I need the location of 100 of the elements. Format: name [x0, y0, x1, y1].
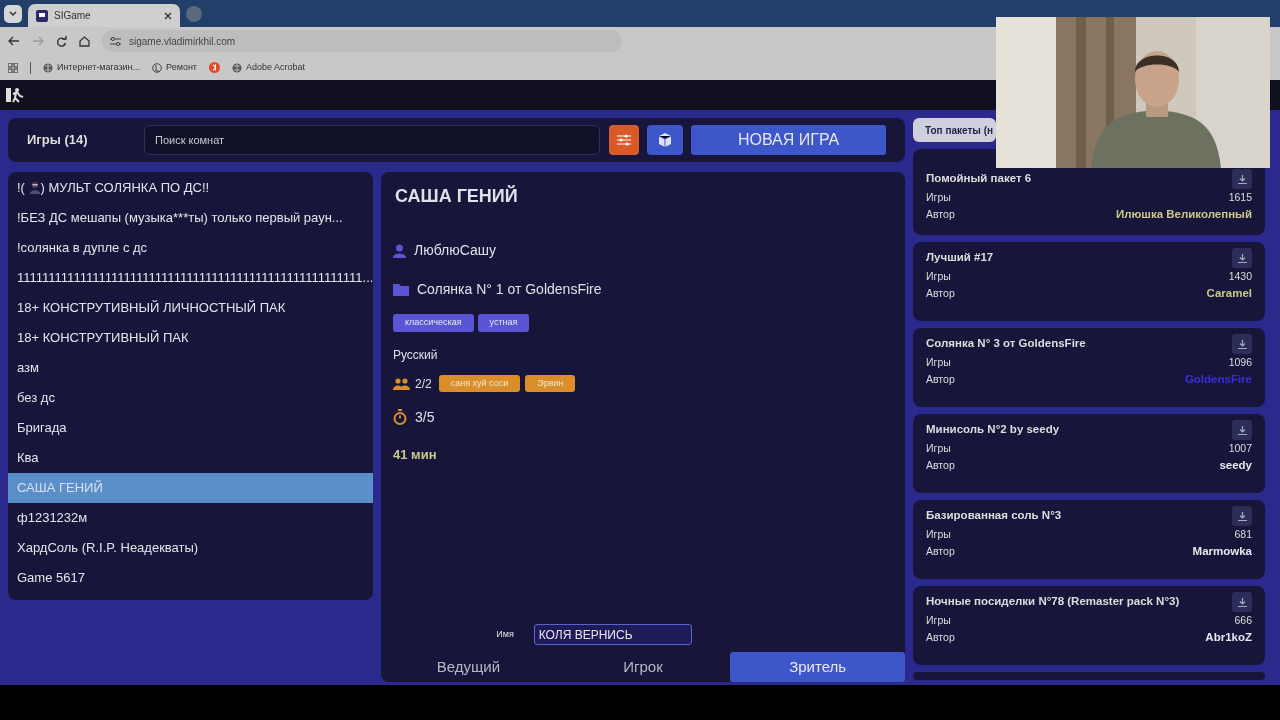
top-packages-tab[interactable]: Топ пакеты (н: [913, 118, 996, 142]
download-button[interactable]: [1232, 420, 1252, 440]
author-name: Caramel: [1206, 286, 1252, 301]
user-icon: [393, 243, 406, 258]
site-icon: [36, 9, 48, 22]
bookmark[interactable]: Интернет-магазин...: [43, 60, 141, 75]
language-label: Русский: [393, 346, 439, 364]
address-bar[interactable]: sigame.vladimirkhil.com: [102, 30, 622, 52]
games-label: Игры: [926, 613, 951, 628]
download-button[interactable]: [1232, 592, 1252, 612]
package-title: Солянка N° 3 от GoldensFire: [926, 336, 1086, 352]
name-field[interactable]: КОЛЯ ВЕРНИСЬ: [533, 624, 692, 645]
stopwatch-icon: [393, 409, 407, 425]
home-icon[interactable]: [79, 35, 90, 47]
back-icon[interactable]: [8, 36, 20, 46]
room-title: САША ГЕНИЙ: [395, 184, 519, 208]
close-icon[interactable]: [164, 11, 172, 20]
room-list-item[interactable]: без дс: [8, 383, 373, 413]
room-list-item[interactable]: ХардСоль (R.I.P. Неадекваты): [8, 533, 373, 563]
dice-icon: [657, 132, 674, 148]
player-tag: Эрвин: [525, 374, 576, 393]
room-list-item[interactable]: Game 5617: [8, 563, 373, 593]
download-button[interactable]: [1232, 334, 1252, 354]
random-button[interactable]: [647, 125, 684, 155]
author-label: Автор: [926, 544, 955, 559]
package-title: Помойный пакет 6: [926, 171, 1032, 187]
games-count: 1096: [1228, 355, 1252, 370]
room-list-item[interactable]: ф1231232м: [8, 503, 373, 533]
chevron-icon: [9, 10, 17, 17]
author-name: seedy: [1219, 458, 1252, 473]
round-counter: 3/5: [415, 407, 435, 427]
author-label: Автор: [926, 458, 955, 473]
new-game-button[interactable]: НОВАЯ ИГРА: [691, 125, 886, 155]
role-tab[interactable]: Зритель: [730, 652, 905, 682]
download-button[interactable]: [1232, 169, 1252, 189]
circle-logo-icon: [152, 62, 163, 73]
download-icon: [1237, 425, 1247, 435]
globe-icon: [232, 62, 242, 73]
room-list-item[interactable]: !солянка в дупле с дс: [8, 233, 373, 263]
role-tab[interactable]: Игрок: [555, 652, 731, 682]
package-title: Ночные посиделки N°78 (Remaster pack N°3): [926, 594, 1180, 610]
games-label: Игры: [926, 269, 951, 284]
tag: классическая: [393, 314, 474, 332]
filter-button[interactable]: [608, 125, 640, 155]
author-label: Автор: [926, 207, 955, 222]
games-count-title: Игры (14): [27, 131, 89, 150]
package-name: Солянка N° 1 от GoldensFire: [417, 280, 602, 299]
author-name: Илюшка Великолепный: [1115, 207, 1252, 222]
package-title: Лучший #17: [926, 250, 994, 266]
apps-icon[interactable]: [8, 62, 18, 73]
games-count: 1615: [1228, 190, 1252, 205]
room-list-item[interactable]: Бригада: [8, 413, 373, 443]
download-icon: [1237, 339, 1247, 349]
games-label: Игры: [926, 527, 951, 542]
games-label: Игры: [926, 190, 951, 205]
author-label: Автор: [926, 630, 955, 645]
author-name: Marmowka: [1192, 544, 1252, 559]
games-count: 681: [1234, 527, 1252, 542]
globe-icon: [43, 62, 53, 73]
tag: устная: [477, 314, 530, 332]
room-list-item[interactable]: Ква: [8, 443, 373, 473]
author-name: Abr1koZ: [1205, 630, 1252, 645]
player-tag: саня хуй соси: [438, 374, 521, 393]
bookmark[interactable]: Ремонт: [152, 60, 197, 75]
download-icon: [1237, 511, 1247, 521]
folder-icon: [393, 283, 409, 296]
room-list-item[interactable]: !БЕЗ ДС мешапы (музыка***ты) только первый раун...: [8, 203, 373, 233]
download-button[interactable]: [1232, 248, 1252, 268]
download-icon: [1237, 253, 1247, 263]
author-name: GoldensFire: [1184, 372, 1252, 387]
room-list-item[interactable]: азм: [8, 353, 373, 383]
search-field[interactable]: Поиск комнат: [143, 125, 600, 155]
logo-icon[interactable]: [6, 87, 24, 103]
room-list-item[interactable]: 18+ КОНСТРУТИВНЫЙ ПАК: [8, 323, 373, 353]
games-count: 666: [1234, 613, 1252, 628]
site-settings-icon: [110, 36, 121, 46]
room-list-item[interactable]: 1111111111111111111111111111111111111111111111111111111...: [8, 263, 373, 293]
role-tab[interactable]: Ведущий: [381, 652, 556, 682]
room-list-item[interactable]: 18+ КОНСТРУТИВНЫЙ ЛИЧНОСТНЫЙ ПАК: [8, 293, 373, 323]
sliders-icon: [617, 134, 631, 146]
download-icon: [1237, 174, 1247, 184]
room-list-item[interactable]: !( ) МУЛЬТ СОЛЯНКА ПО ДС!!: [8, 173, 373, 203]
games-label: Игры: [926, 441, 951, 456]
tab-title: SIGame: [54, 9, 91, 23]
elapsed-time: 41 мин: [393, 445, 438, 464]
author-label: Автор: [926, 372, 955, 387]
download-button[interactable]: [1232, 506, 1252, 526]
download-icon: [1237, 597, 1247, 607]
games-label: Игры: [926, 355, 951, 370]
tab-menu-button[interactable]: [4, 4, 22, 23]
games-count: 1430: [1228, 269, 1252, 284]
name-label: Имя: [496, 627, 514, 641]
author-label: Автор: [926, 286, 955, 301]
reload-icon[interactable]: [56, 35, 67, 47]
browser-tab[interactable]: SIGame: [28, 4, 180, 27]
host-name: ЛюблюСашу: [414, 241, 497, 260]
games-count: 1007: [1228, 441, 1252, 456]
bookmark[interactable]: Adobe Acrobat: [232, 60, 306, 75]
package-title: Минисоль N°2 by seedy: [926, 422, 1060, 438]
people-icon: [393, 377, 410, 390]
